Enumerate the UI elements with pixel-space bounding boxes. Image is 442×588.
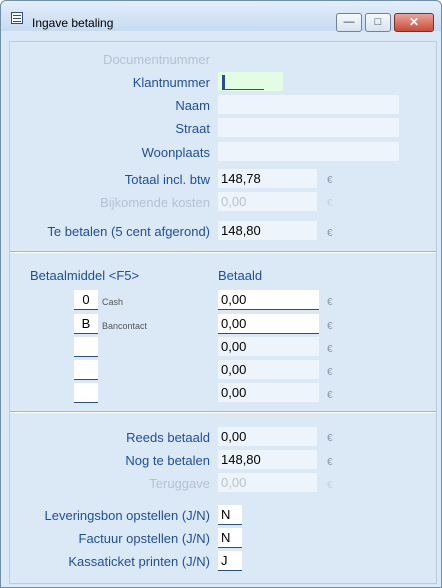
klantnummer-underline — [222, 89, 264, 90]
totaal-label: Totaal incl. btw — [124, 172, 210, 187]
maximize-button[interactable]: □ — [365, 13, 391, 32]
payment-amount-input[interactable]: 0,00 — [218, 383, 319, 402]
kassaticket-label: Kassaticket printen (J/N) — [68, 554, 210, 569]
app-icon — [11, 12, 23, 24]
klantnummer-label: Klantnummer — [132, 75, 210, 90]
divider — [10, 411, 436, 413]
payment-code-input[interactable]: 0 — [74, 290, 98, 310]
form-panel: Documentnummer Klantnummer Naam Straat W… — [9, 41, 437, 584]
euro-sign: € — [327, 480, 333, 491]
divider — [10, 251, 436, 253]
straat-field[interactable] — [218, 118, 399, 137]
teruggave-label: Teruggave — [149, 476, 210, 491]
payment-code-input[interactable]: B — [74, 314, 98, 334]
reeds-betaald-field: 0,00 — [218, 427, 317, 446]
payment-code-input[interactable] — [74, 337, 98, 357]
klantnummer-field[interactable] — [218, 72, 283, 91]
window-title: Ingave betaling — [32, 16, 114, 30]
close-button[interactable]: ✕ — [394, 13, 434, 32]
payment-amount-input[interactable]: 0,00 — [218, 314, 319, 334]
payment-method-name: Bancontact — [102, 321, 148, 331]
payment-amount-input[interactable]: 0,00 — [218, 360, 319, 379]
euro-sign: € — [327, 457, 333, 468]
euro-sign: € — [327, 175, 333, 186]
euro-sign: € — [327, 390, 333, 401]
payment-method-name: Cash — [102, 297, 124, 307]
leveringsbon-input[interactable]: N — [218, 505, 242, 525]
euro-sign: € — [327, 198, 333, 209]
factuur-label: Factuur opstellen (J/N) — [78, 531, 211, 546]
betaalmiddel-header: Betaalmiddel <F5> — [30, 268, 140, 283]
euro-sign: € — [327, 297, 333, 308]
kassaticket-input[interactable]: J — [218, 551, 242, 571]
payment-amount-input[interactable]: 0,00 — [218, 290, 319, 310]
bijkomende-label: Bijkomende kosten — [100, 195, 210, 210]
nog-te-betalen-label: Nog te betalen — [125, 453, 210, 468]
naam-label: Naam — [175, 98, 210, 113]
payment-code-input[interactable] — [74, 383, 98, 403]
te-betalen-field: 148,80 — [218, 221, 317, 240]
euro-sign: € — [327, 367, 333, 378]
documentnummer-label: Documentnummer — [103, 52, 210, 67]
woonplaats-field[interactable] — [218, 142, 399, 161]
minimize-button[interactable]: — — [336, 13, 362, 32]
woonplaats-label: Woonplaats — [141, 145, 210, 160]
straat-label: Straat — [175, 121, 210, 136]
naam-field[interactable] — [218, 95, 399, 114]
bijkomende-field: 0,00 — [218, 192, 317, 211]
payment-window: Ingave betaling — □ ✕ Documentnummer Kla… — [0, 0, 442, 588]
te-betalen-label: Te betalen (5 cent afgerond) — [47, 224, 210, 239]
euro-sign: € — [327, 433, 333, 444]
betaald-header: Betaald — [218, 268, 263, 283]
payment-amount-input[interactable]: 0,00 — [218, 337, 319, 356]
factuur-input[interactable]: N — [218, 528, 242, 548]
reeds-betaald-label: Reeds betaald — [126, 430, 210, 445]
euro-sign: € — [327, 228, 333, 239]
leveringsbon-label: Leveringsbon opstellen (J/N) — [44, 508, 210, 523]
payment-code-input[interactable] — [74, 360, 98, 380]
euro-sign: € — [327, 344, 333, 355]
title-bar[interactable]: Ingave betaling — □ ✕ — [1, 1, 441, 32]
teruggave-field: 0,00 — [218, 473, 317, 492]
nog-te-betalen-field: 148,80 — [218, 450, 317, 469]
totaal-field: 148,78 — [218, 169, 317, 188]
text-cursor — [222, 75, 225, 89]
euro-sign: € — [327, 321, 333, 332]
